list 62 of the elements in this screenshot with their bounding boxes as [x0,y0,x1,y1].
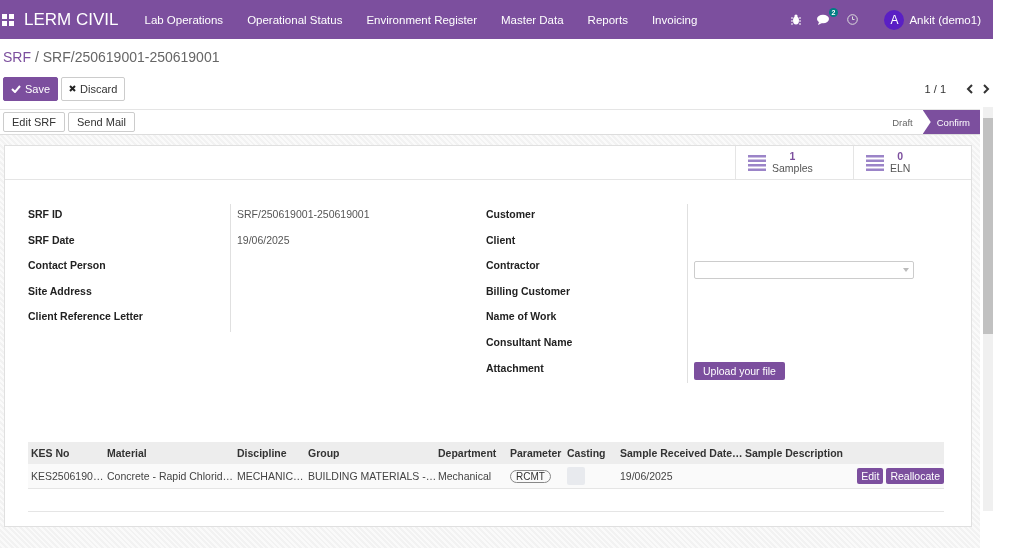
list-icon [748,154,766,171]
app-brand[interactable]: LERM CIVIL [24,9,119,30]
previous-icon[interactable] [966,83,973,94]
breadcrumb-current: / SRF/250619001-250619001 [35,49,220,67]
column-header[interactable]: KES No [28,447,104,459]
column-header[interactable]: Discipline [234,447,305,459]
column-header[interactable]: Material [104,447,234,459]
clock-icon[interactable] [847,14,859,25]
header-button[interactable]: Edit SRF [3,112,65,132]
save-button[interactable]: Save [3,76,59,101]
nav-menu-item[interactable]: Reports [575,13,640,26]
row-action-button[interactable]: Reallocate [886,468,944,484]
nav-menu-item[interactable]: Environment Register [354,13,489,26]
nav-menu-item[interactable]: Operational Status [235,13,355,26]
column-header[interactable]: Sample Received Date… [617,447,742,459]
pager-counter: 1 / 1 [924,82,946,95]
breadcrumb-link[interactable]: SRF [3,49,31,69]
table-cell-text: MECHANIC… [236,470,305,482]
nav-menu-item[interactable]: Invoicing [639,13,710,26]
field-label: Attachment [486,360,545,376]
field-label: Contact Person [28,258,107,274]
user-name[interactable]: Ankit (demo1) [909,13,981,26]
dropdown-caret-icon [903,268,909,273]
column-header[interactable]: Group [305,447,435,459]
next-icon[interactable] [983,83,990,94]
column-header[interactable]: Parameter [507,447,564,459]
apps-icon[interactable] [2,13,14,26]
table-cell-text: 19/06/2025 [619,470,674,482]
table-cell-text: BUILDING MATERIALS -… [307,470,435,482]
header-button[interactable]: Send Mail [68,112,135,132]
select-field[interactable] [694,261,914,280]
field-label: Contractor [486,258,541,274]
field-label: Name of Work [486,309,558,325]
field-label: Billing Customer [486,283,571,299]
scrollbar-thumb[interactable] [983,118,993,334]
discard-button[interactable]: Discard [61,76,126,101]
chat-icon[interactable] [817,14,832,25]
column-header[interactable]: Sample Description [742,447,853,459]
table-cell-text: Concrete - Rapid Chlorid… [106,470,234,482]
field-label: Customer [486,207,536,222]
close-icon [69,85,77,92]
field-value: 19/06/2025 [237,233,290,246]
field-label: Consultant Name [486,334,574,350]
field-label: SRF ID [28,207,64,222]
column-header[interactable]: Casting [564,447,617,459]
upload-button[interactable]: Upload your file [694,361,785,380]
field-label: Site Address [28,283,93,299]
row-action-button[interactable]: Edit [857,468,884,484]
user-avatar[interactable]: A [884,9,905,30]
status-stage[interactable]: Confirm [922,110,980,134]
column-header[interactable]: Department [435,447,507,459]
nav-menu-item[interactable]: Master Data [488,13,576,26]
field-value: SRF/250619001-250619001 [237,208,370,220]
table-cell-text: KES2506190… [30,470,104,482]
check-icon [11,84,21,93]
field-label: Client [486,232,517,248]
list-icon [866,154,884,171]
field-label: Client Reference Letter [28,309,144,325]
table-cell-text: Mechanical [437,470,493,482]
nav-menu-item[interactable]: Lab Operations [132,13,236,26]
bug-icon[interactable] [791,14,802,25]
field-label: SRF Date [28,232,76,248]
